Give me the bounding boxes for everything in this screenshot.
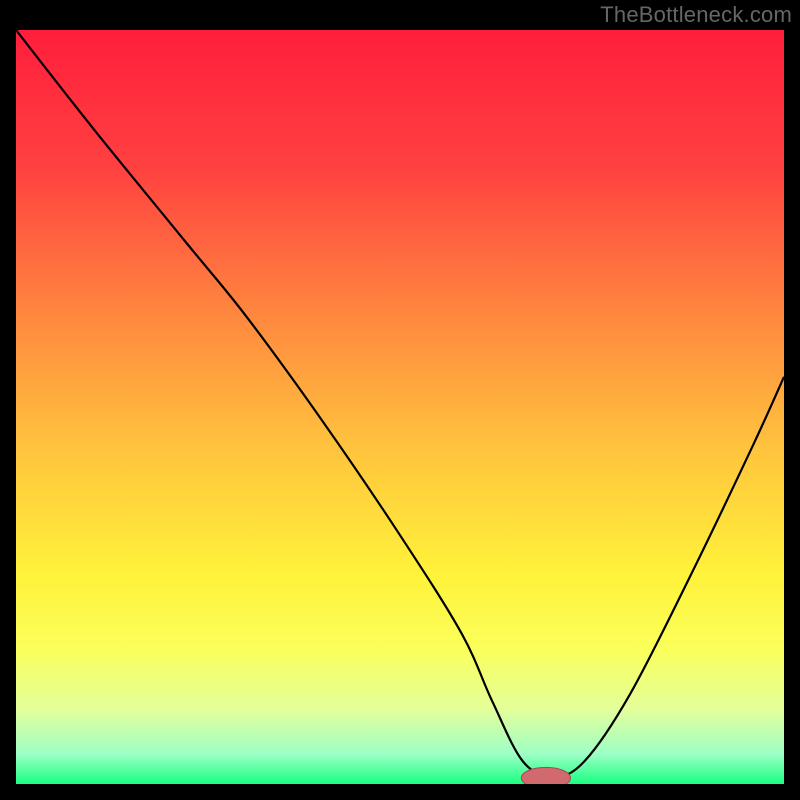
chart-container [16,30,784,784]
app-frame: TheBottleneck.com [0,0,800,800]
chart-plot-area [16,30,784,784]
bottleneck-chart [16,30,784,784]
gradient-background [16,30,784,784]
optimum-marker-icon [521,767,570,784]
watermark-text: TheBottleneck.com [600,2,792,28]
